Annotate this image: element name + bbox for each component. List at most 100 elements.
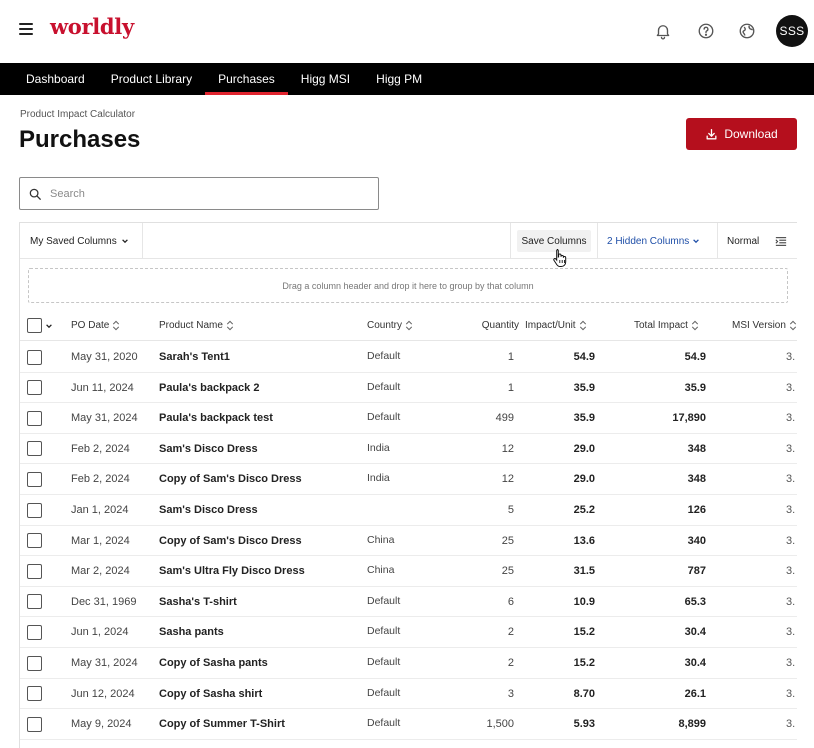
column-header-total-impact[interactable]: Total Impact (634, 310, 699, 341)
row-checkbox[interactable] (27, 471, 42, 487)
column-header-country[interactable]: Country (367, 310, 413, 341)
table-row[interactable]: Jun 11, 2024 Paula's backpack 2 Default 1 35… (20, 373, 797, 404)
row-checkbox[interactable] (27, 686, 42, 702)
cell-msi: 3. (786, 381, 796, 394)
row-checkbox[interactable] (27, 655, 42, 671)
table-row[interactable]: Mar 1, 2024 Copy of Sam's Disco Dress Chin… (20, 526, 797, 557)
chevron-down-icon[interactable] (45, 322, 53, 330)
table-row[interactable]: Jun 12, 2024 Copy of Sasha shirt Default 3 8… (20, 679, 797, 710)
column-header-quantity[interactable]: Quantity (440, 310, 519, 341)
table-row[interactable]: Dec 31, 1969 Sasha's T-shirt Default 6 10.9 6… (20, 587, 797, 618)
row-select[interactable] (27, 526, 42, 556)
bell-icon[interactable] (654, 22, 672, 40)
hidden-columns-dropdown[interactable]: 2 Hidden Columns (607, 223, 700, 259)
cell-quantity: 1 (507, 381, 514, 394)
table-row[interactable]: May 31, 2024 Copy of Sasha pants Default 2 1… (20, 648, 797, 679)
cell-impact-unit: 35.9 (573, 412, 595, 425)
row-checkbox[interactable] (27, 380, 42, 396)
toolbar-divider (717, 223, 718, 259)
row-select[interactable] (27, 679, 42, 709)
help-icon[interactable] (697, 22, 715, 40)
cell-impact-unit: 31.5 (573, 565, 595, 578)
row-select[interactable] (27, 403, 42, 433)
menu-icon[interactable] (19, 23, 33, 37)
cell-total: 30.4 (684, 626, 706, 639)
cell-country: Default (367, 686, 401, 699)
globe-icon[interactable] (738, 22, 756, 40)
column-label: PO Date (71, 320, 110, 331)
table-row[interactable]: Jun 1, 2024 Sasha pants Default 2 15.2 30.4 3. (20, 617, 797, 648)
nav-item-dashboard[interactable]: Dashboard (13, 63, 98, 95)
row-select[interactable] (27, 434, 42, 464)
cell-total: 348 (687, 442, 706, 455)
cell-country (367, 495, 437, 525)
row-checkbox[interactable] (27, 563, 42, 579)
worldly-logo[interactable]: worldly (50, 14, 134, 39)
cell-impact-unit: 29.0 (573, 473, 595, 486)
search-input[interactable] (50, 187, 350, 200)
row-select[interactable] (27, 617, 42, 647)
row-select[interactable] (27, 464, 42, 494)
density-dropdown[interactable]: Normal (727, 223, 787, 259)
cell-country: China (367, 564, 395, 577)
cell-po-date: Feb 2, 2024 (71, 473, 130, 486)
cell-product: Sarah's Tent1 (159, 351, 230, 363)
row-select[interactable] (27, 556, 42, 586)
main-nav: Dashboard Product Library Purchases Higg… (0, 63, 814, 95)
row-checkbox[interactable] (27, 349, 42, 365)
avatar[interactable]: SSS (776, 15, 808, 47)
nav-item-higg-msi[interactable]: Higg MSI (288, 63, 363, 95)
row-checkbox[interactable] (27, 533, 42, 549)
sort-icon (226, 320, 234, 331)
hand-cursor-icon (553, 249, 567, 267)
column-header-product-name[interactable]: Product Name (159, 310, 234, 341)
row-select[interactable] (27, 709, 42, 739)
column-header-msi-version[interactable]: MSI Version (732, 310, 797, 341)
saved-columns-dropdown[interactable]: My Saved Columns (20, 223, 143, 259)
search-box[interactable] (19, 177, 379, 210)
nav-item-purchases[interactable]: Purchases (205, 63, 288, 95)
table-row[interactable]: May 31, 2020 Sarah's Tent1 Default 1 54.9 54.… (20, 342, 797, 373)
row-checkbox[interactable] (27, 410, 42, 426)
group-drop-zone[interactable]: Drag a column header and drop it here to… (28, 268, 788, 303)
table-row[interactable]: Feb 2, 2024 Sam's Disco Dress India 12 29.0 3… (20, 434, 797, 465)
nav-item-higg-pm[interactable]: Higg PM (363, 63, 435, 95)
nav-item-product-library[interactable]: Product Library (98, 63, 205, 95)
table-row[interactable]: May 31, 2024 Paula's backpack test Default… (20, 403, 797, 434)
column-label: Quantity (481, 320, 519, 331)
row-select[interactable] (27, 587, 42, 617)
row-select[interactable] (27, 342, 42, 372)
select-all-control[interactable] (27, 310, 53, 341)
column-header-po-date[interactable]: PO Date (71, 310, 120, 341)
row-checkbox[interactable] (27, 716, 42, 732)
row-select[interactable] (27, 495, 42, 525)
cell-po-date: May 31, 2024 (71, 657, 138, 669)
cell-msi: 3. (786, 565, 796, 578)
cell-country: India (367, 441, 390, 454)
download-button[interactable]: Download (686, 118, 797, 150)
sort-icon (691, 320, 699, 331)
top-bar: worldly SSS (0, 0, 814, 63)
select-all-checkbox[interactable] (27, 318, 42, 333)
table-row[interactable]: May 9, 2024 Copy of Summer T-Shirt Default… (20, 709, 797, 740)
row-select[interactable] (27, 373, 42, 403)
row-checkbox[interactable] (27, 594, 42, 610)
cell-po-date: Mar 2, 2024 (71, 565, 130, 578)
cell-po-date: Mar 1, 2024 (71, 534, 130, 547)
column-header-impact-unit[interactable]: Impact/Unit (525, 310, 587, 341)
table-row[interactable]: Jan 1, 2024 Sam's Disco Dress 5 25.2 126 3. (20, 495, 797, 526)
table-row[interactable]: Mar 2, 2024 Sam's Ultra Fly Disco Dress Ch… (20, 556, 797, 587)
row-checkbox[interactable] (27, 502, 42, 518)
purchases-grid: My Saved Columns Save Columns 2 Hidden C… (19, 222, 797, 748)
cell-product: Copy of Summer T-Shirt (159, 718, 285, 731)
cell-impact-unit: 15.2 (573, 626, 595, 639)
cell-country: Default (367, 656, 401, 668)
chevron-down-icon (121, 239, 128, 244)
row-select[interactable] (27, 648, 42, 678)
row-checkbox[interactable] (27, 624, 42, 640)
cell-impact-unit: 10.9 (573, 595, 595, 608)
saved-columns-label: My Saved Columns (30, 235, 117, 247)
table-row[interactable]: Feb 2, 2024 Copy of Sam's Disco Dress Indi… (20, 464, 797, 495)
breadcrumb: Product Impact Calculator (20, 109, 136, 120)
row-checkbox[interactable] (27, 441, 42, 457)
